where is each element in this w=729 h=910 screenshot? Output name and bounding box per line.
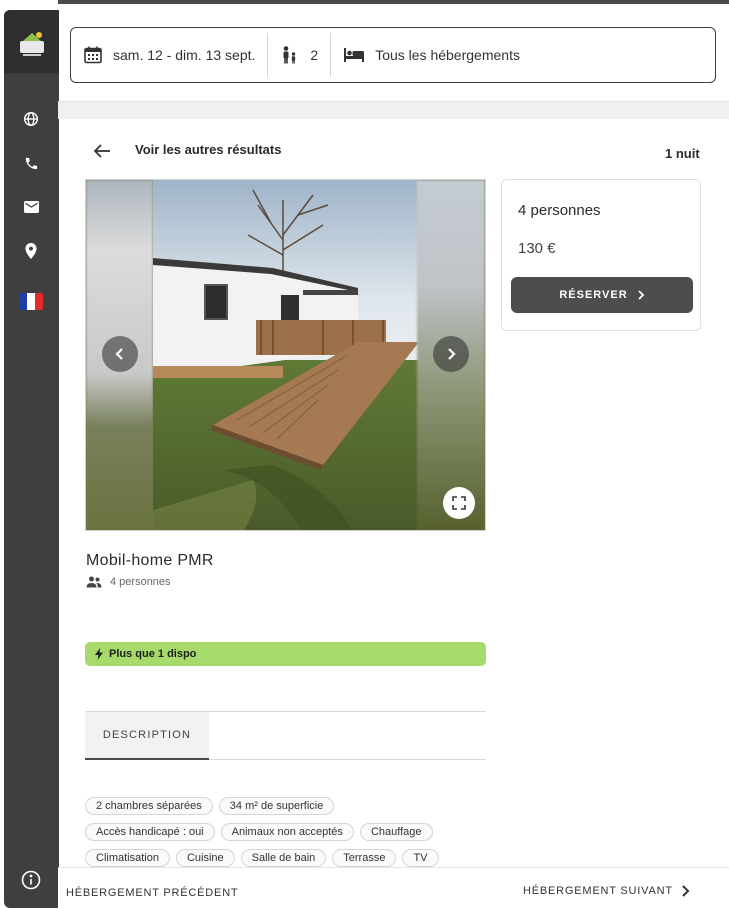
amenities-row: 2 chambres séparées 34 m² de superficie — [85, 797, 485, 815]
next-accommodation-label: HÉBERGEMENT SUIVANT — [523, 885, 673, 897]
chevron-right-icon — [448, 348, 456, 360]
capacity-label: 4 personnes — [110, 576, 171, 588]
booking-card: 4 personnes 130 € RÉSERVER — [501, 179, 701, 331]
guest-count: 2 — [310, 47, 319, 63]
amenity-chip: Climatisation — [85, 849, 170, 867]
chevron-left-icon — [115, 348, 123, 360]
accommodation-navigation: HÉBERGEMENT PRÉCÉDENT HÉBERGEMENT SUIVAN… — [58, 867, 729, 910]
amenity-chip: 34 m² de superficie — [218, 797, 335, 815]
globe-icon[interactable] — [21, 109, 41, 129]
amenity-chip: TV — [402, 849, 439, 867]
previous-photo-button[interactable] — [102, 336, 138, 372]
section-separator — [58, 101, 729, 119]
chevron-right-icon — [682, 885, 690, 897]
nights-count: 1 nuit — [665, 146, 700, 161]
back-to-results-link[interactable]: Voir les autres résultats — [135, 142, 281, 157]
amenity-chip: Salle de bain — [240, 849, 327, 867]
bed-icon — [344, 48, 365, 62]
amenity-chip: 2 chambres séparées — [85, 797, 213, 815]
french-flag-icon[interactable] — [19, 293, 43, 310]
location-pin-icon[interactable] — [21, 241, 41, 261]
amenity-chip: Cuisine — [175, 849, 235, 867]
fullscreen-icon — [452, 496, 466, 510]
photo-gallery[interactable] — [85, 179, 486, 531]
search-summary-bar[interactable]: sam. 12 - dim. 13 sept. 2 Tous les héber… — [70, 27, 716, 83]
phone-icon[interactable] — [21, 153, 41, 173]
main-photo — [153, 180, 419, 530]
fullscreen-button[interactable] — [443, 487, 475, 519]
tab-description-label: DESCRIPTION — [102, 729, 192, 741]
next-photo-button[interactable] — [433, 336, 469, 372]
previous-accommodation-link[interactable]: HÉBERGEMENT PRÉCÉDENT — [66, 887, 238, 899]
logo-container[interactable] — [4, 10, 59, 73]
guests-selector[interactable]: 2 — [268, 33, 330, 77]
date-range-label: sam. 12 - dim. 13 sept. — [113, 47, 256, 63]
booking-persons: 4 personnes — [518, 202, 601, 219]
amenities-row: Accès handicapé : oui Animaux non accept… — [85, 823, 485, 841]
availability-badge: Plus que 1 dispo — [85, 642, 486, 666]
next-accommodation-link[interactable]: HÉBERGEMENT SUIVANT — [523, 885, 690, 897]
amenity-chip: Chauffage — [359, 823, 433, 841]
mail-icon[interactable] — [21, 197, 41, 217]
lightning-icon — [95, 648, 103, 660]
top-border — [58, 0, 729, 4]
date-selector[interactable]: sam. 12 - dim. 13 sept. — [71, 33, 267, 77]
sidebar — [4, 10, 59, 908]
campsite-logo — [17, 27, 47, 57]
amenities-row: Climatisation Cuisine Salle de bain Terr… — [85, 849, 485, 867]
booking-price: 130 € — [518, 240, 556, 257]
amenities-list: 2 chambres séparées 34 m² de superficie … — [85, 797, 485, 875]
amenity-chip: Accès handicapé : oui — [85, 823, 215, 841]
accommodation-title: Mobil-home PMR — [86, 552, 214, 569]
capacity-info: 4 personnes — [86, 576, 171, 588]
accommodation-type-label: Tous les hébergements — [375, 47, 520, 63]
tab-description[interactable]: DESCRIPTION — [85, 712, 209, 760]
info-icon[interactable] — [21, 870, 41, 890]
chevron-right-icon — [638, 290, 644, 300]
tabs-divider — [209, 759, 486, 760]
amenity-chip: Animaux non acceptés — [220, 823, 354, 841]
availability-label: Plus que 1 dispo — [109, 648, 197, 660]
reserve-button[interactable]: RÉSERVER — [511, 277, 693, 313]
family-icon — [283, 46, 296, 64]
reserve-button-label: RÉSERVER — [559, 289, 628, 301]
amenity-chip: Terrasse — [332, 849, 397, 867]
people-icon — [86, 576, 102, 588]
back-arrow-icon[interactable] — [92, 141, 114, 161]
accommodation-type-selector[interactable]: Tous les hébergements — [331, 33, 532, 77]
calendar-icon — [84, 46, 102, 64]
